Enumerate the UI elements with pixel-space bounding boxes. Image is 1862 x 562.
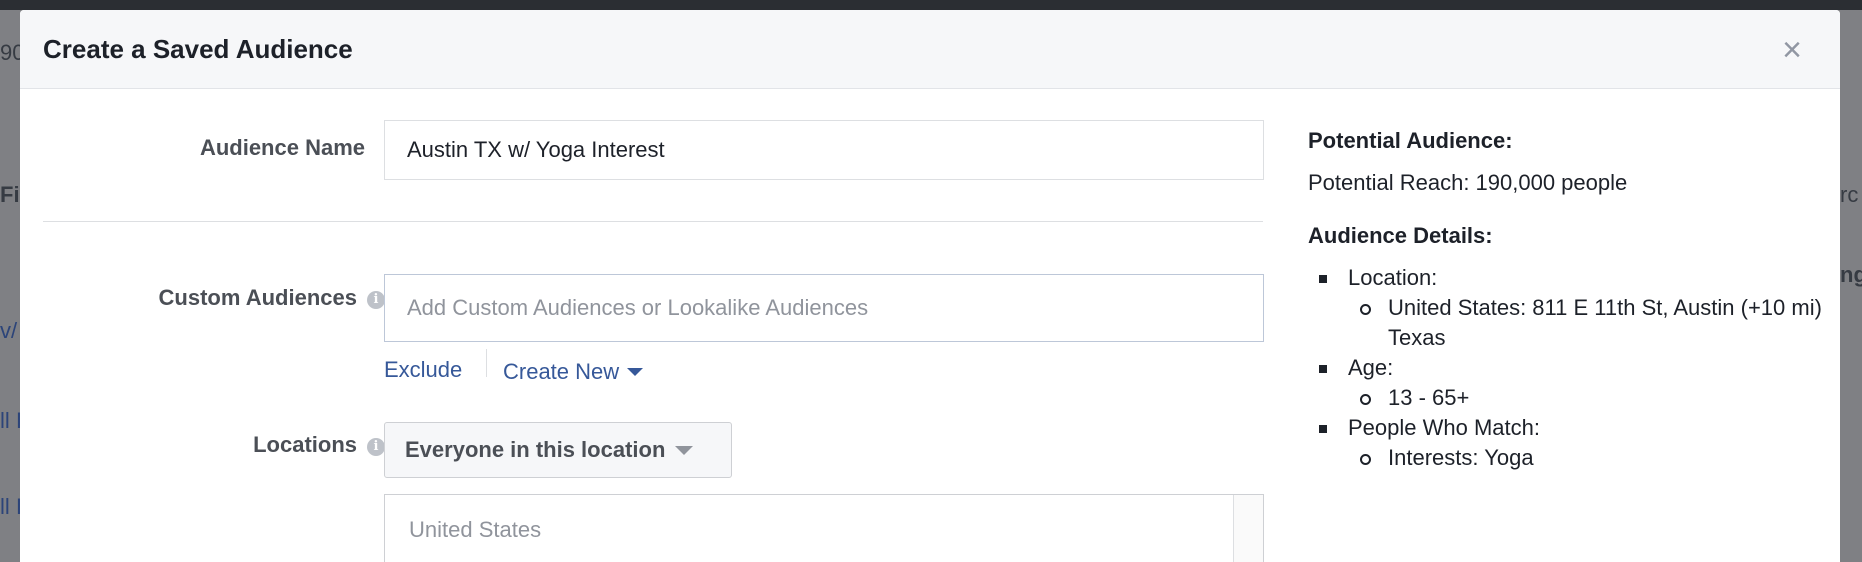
link-separator [486,349,487,377]
potential-reach: Potential Reach: 190,000 people [1308,170,1628,195]
location-type-dropdown[interactable]: Everyone in this location [384,422,732,478]
audience-details-heading: Audience Details: [1308,223,1493,248]
backdrop-topbar [0,0,1862,10]
location-type-value: Everyone in this location [405,437,666,462]
chevron-down-icon [627,368,644,376]
details-location: Location: [1308,263,1840,293]
backdrop-text-fragment: rc [1840,182,1859,207]
info-icon[interactable]: i [367,438,385,456]
close-icon[interactable]: × [1774,32,1810,68]
backdrop-link-fragment: ll I [0,494,22,519]
custom-audiences-placeholder: Add Custom Audiences or Lookalike Audien… [407,295,869,320]
audience-name-input[interactable]: Austin TX w/ Yoga Interest [384,120,1264,180]
location-country: United States [409,517,542,542]
details-people-who-match: People Who Match: [1308,413,1840,443]
details-interests-value: Interests: Yoga [1308,443,1840,473]
section-divider [43,221,1263,222]
custom-audiences-label: Custom Audiences i [60,285,385,311]
locations-scrollbar[interactable] [1233,495,1263,562]
custom-audiences-input[interactable]: Add Custom Audiences or Lookalike Audien… [384,274,1264,342]
potential-audience-heading: Potential Audience: [1308,128,1513,153]
exclude-link[interactable]: Exclude [384,357,462,383]
info-icon[interactable]: i [367,291,385,309]
create-saved-audience-modal: Create a Saved Audience × Audience Name … [20,10,1840,562]
audience-name-label: Audience Name [199,135,365,160]
locations-label: Locations i [120,432,385,458]
create-new-link[interactable]: Create New [503,359,644,385]
locations-label-text: Locations [253,432,357,457]
details-location-value: United States: 811 E 11th St, Austin (+1… [1308,293,1840,353]
audience-details-list: Location: United States: 811 E 11th St, … [1308,263,1840,473]
custom-audiences-label-text: Custom Audiences [158,285,357,310]
create-new-label: Create New [503,359,620,384]
backdrop-link-fragment: ll I [0,408,22,433]
backdrop-text-fragment: ng [1840,262,1862,287]
audience-name-value: Austin TX w/ Yoga Interest [407,137,665,162]
locations-box[interactable]: United States [384,494,1264,562]
details-age: Age: [1308,353,1840,383]
chevron-down-icon [675,445,694,455]
details-age-value: 13 - 65+ [1308,383,1840,413]
modal-header: Create a Saved Audience × [20,10,1840,89]
modal-title: Create a Saved Audience [43,34,353,64]
backdrop-link-fragment: v/ [0,318,18,343]
